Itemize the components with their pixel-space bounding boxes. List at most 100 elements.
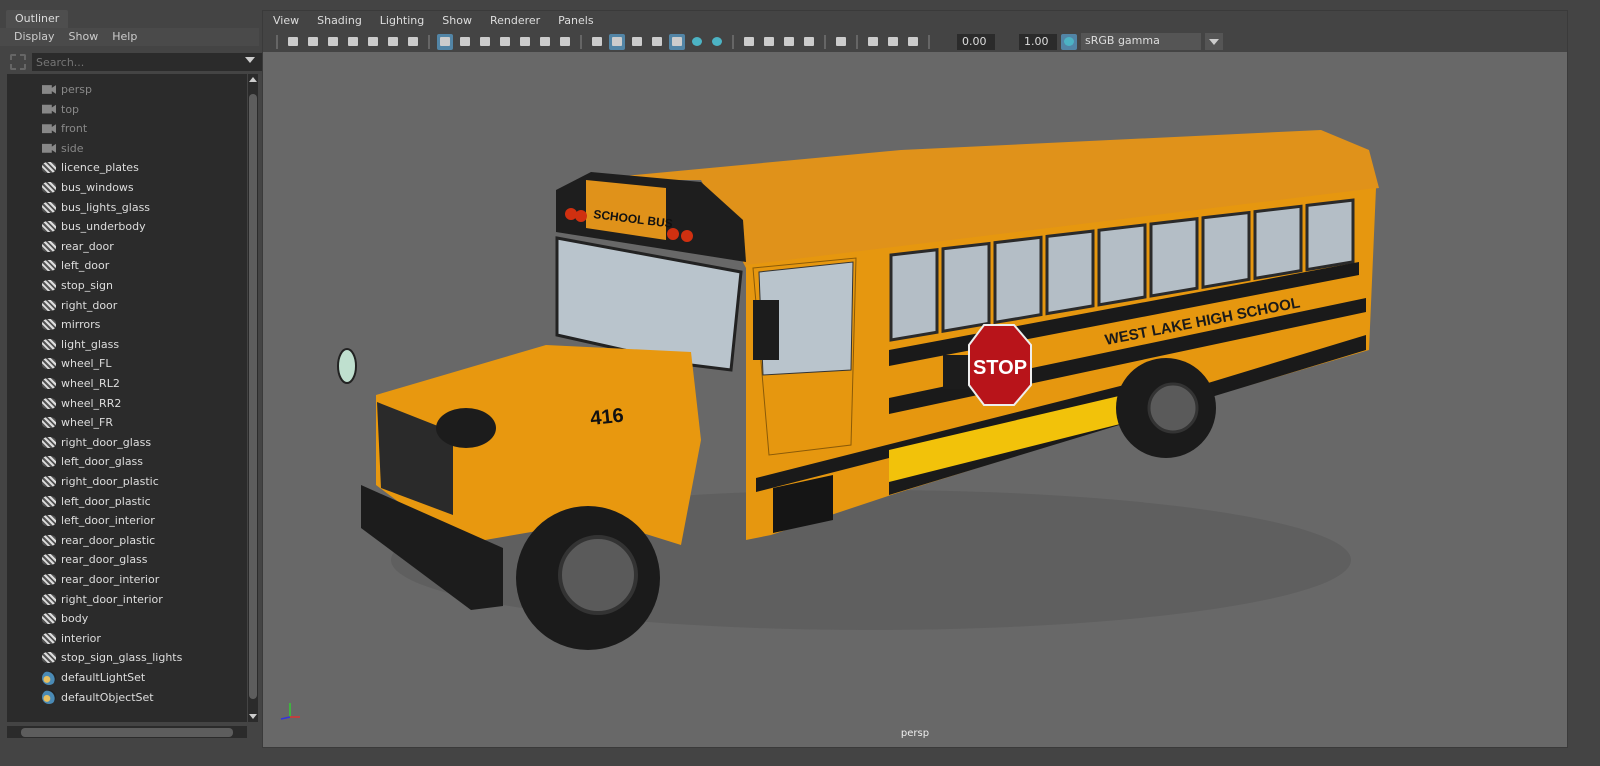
outliner-item-left-door-plastic[interactable]: left_door_plastic <box>7 492 247 511</box>
menu-display[interactable]: Display <box>14 30 55 44</box>
camera-icon[interactable] <box>285 34 301 50</box>
outliner-item-wheel-fr[interactable]: wheel_FR <box>7 413 247 432</box>
smooth-shade-icon[interactable] <box>609 33 625 50</box>
grease-pencil-icon[interactable] <box>405 34 421 50</box>
viewport-panel[interactable]: View Shading Lighting Show Renderer Pane… <box>262 10 1568 748</box>
bookmark-icon[interactable] <box>345 34 361 50</box>
lock-camera-icon[interactable] <box>305 34 321 50</box>
field-chart-icon[interactable] <box>517 34 533 50</box>
scroll-up-icon[interactable] <box>249 77 257 82</box>
anti-aliasing-icon[interactable] <box>781 34 797 50</box>
outliner-item-right-door-plastic[interactable]: right_door_plastic <box>7 472 247 491</box>
resolution-gate-icon[interactable] <box>477 34 493 50</box>
motion-blur-icon[interactable] <box>761 34 777 50</box>
color-space-select[interactable]: sRGB gamma <box>1081 33 1201 50</box>
menu-show[interactable]: Show <box>69 30 99 44</box>
mesh-icon <box>42 476 56 487</box>
outliner-item-body[interactable]: body <box>7 609 247 628</box>
outliner-item-rear-door[interactable]: rear_door <box>7 237 247 256</box>
menu-show[interactable]: Show <box>442 14 472 28</box>
side-window <box>1149 217 1199 298</box>
ambient-occlusion-icon[interactable] <box>741 34 757 50</box>
outliner-item-wheel-rr2[interactable]: wheel_RR2 <box>7 394 247 413</box>
item-label: persp <box>61 83 92 96</box>
tab-outliner[interactable]: Outliner <box>6 10 68 28</box>
grid-icon[interactable] <box>437 33 453 50</box>
xray-components-icon[interactable] <box>905 34 921 50</box>
outliner-item-bus-windows[interactable]: bus_windows <box>7 178 247 197</box>
outliner-item-interior[interactable]: interior <box>7 629 247 648</box>
outliner-item-front[interactable]: front <box>7 119 247 138</box>
chevron-down-icon[interactable] <box>1205 33 1223 50</box>
item-label: left_door_interior <box>61 514 155 528</box>
outliner-item-licence-plates[interactable]: licence_plates <box>7 158 247 177</box>
menu-panels[interactable]: Panels <box>558 14 593 28</box>
2d-pan-zoom-icon[interactable] <box>385 34 401 50</box>
item-label: top <box>61 102 80 116</box>
outliner-item-rear-door-glass[interactable]: rear_door_glass <box>7 550 247 569</box>
scroll-down-icon[interactable] <box>249 714 257 719</box>
menu-help[interactable]: Help <box>112 30 137 44</box>
item-label: left_door_plastic <box>61 494 151 508</box>
safe-action-icon[interactable] <box>537 34 553 50</box>
gamma-field[interactable]: 1.00 <box>1019 33 1057 50</box>
school-bus-model[interactable]: WEST LAKE HIGH SCHOOL SCHOOL BUS 416 STO… <box>263 52 1569 748</box>
mesh-icon <box>42 515 56 527</box>
outliner-item-left-door-glass[interactable]: left_door_glass <box>7 452 247 471</box>
lights-icon[interactable] <box>689 34 705 50</box>
outliner-item-rear-door-interior[interactable]: rear_door_interior <box>7 570 247 589</box>
outliner-item-wheel-rl2[interactable]: wheel_RL2 <box>7 374 247 393</box>
outliner-item-right-door[interactable]: right_door <box>7 296 247 315</box>
outliner-item-bus-underbody[interactable]: bus_underbody <box>7 217 247 236</box>
filter-icon[interactable] <box>10 54 26 70</box>
outliner-item-bus-lights-glass[interactable]: bus_lights_glass <box>7 198 247 217</box>
wireframe-on-shaded-icon[interactable] <box>649 34 665 50</box>
search-dropdown-icon[interactable] <box>245 57 255 63</box>
search-input[interactable] <box>32 53 265 71</box>
default-material-icon[interactable] <box>629 34 645 50</box>
bus-number: 416 <box>589 405 624 430</box>
outliner-item-side[interactable]: side <box>7 139 247 158</box>
xray-joints-icon[interactable] <box>885 34 901 50</box>
depth-of-field-icon[interactable] <box>801 34 817 50</box>
xray-icon[interactable] <box>865 34 881 50</box>
gate-mask-icon[interactable] <box>497 34 513 50</box>
color-management-toggle-icon[interactable] <box>1061 33 1077 50</box>
textured-icon[interactable] <box>669 33 685 50</box>
exposure-field[interactable]: 0.00 <box>957 33 995 50</box>
item-label: light_glass <box>61 337 120 351</box>
image-plane-icon[interactable] <box>365 34 381 50</box>
menu-lighting[interactable]: Lighting <box>380 14 424 28</box>
toolbar-separator <box>580 34 582 49</box>
outliner-item-rear-door-plastic[interactable]: rear_door_plastic <box>7 531 247 550</box>
outliner-item-right-door-glass[interactable]: right_door_glass <box>7 433 247 452</box>
outliner-item-stop-sign[interactable]: stop_sign <box>7 276 247 295</box>
outliner-item-defaultobjectset[interactable]: defaultObjectSet <box>7 688 247 707</box>
menu-shading[interactable]: Shading <box>317 14 362 28</box>
isolate-select-icon[interactable] <box>833 34 849 50</box>
scroll-thumb[interactable] <box>249 94 257 699</box>
outliner-item-light-glass[interactable]: light_glass <box>7 335 247 354</box>
gamma-icon[interactable] <box>999 34 1015 50</box>
outliner-item-top[interactable]: top <box>7 100 247 119</box>
outliner-item-wheel-fl[interactable]: wheel_FL <box>7 354 247 373</box>
shadows-icon[interactable] <box>709 34 725 50</box>
menu-view[interactable]: View <box>273 14 299 28</box>
camera-attributes-icon[interactable] <box>325 34 341 50</box>
outliner-item-left-door-interior[interactable]: left_door_interior <box>7 511 247 530</box>
object-set-icon <box>42 690 56 705</box>
wireframe-icon[interactable] <box>589 34 605 50</box>
exposure-icon[interactable] <box>937 34 953 50</box>
outliner-item-mirrors[interactable]: mirrors <box>7 315 247 334</box>
vertical-scrollbar[interactable] <box>248 74 258 722</box>
film-gate-icon[interactable] <box>457 34 473 50</box>
menu-renderer[interactable]: Renderer <box>490 14 540 28</box>
outliner-item-left-door[interactable]: left_door <box>7 256 247 275</box>
safe-title-icon[interactable] <box>557 34 573 50</box>
outliner-item-stop-sign-glass-lights[interactable]: stop_sign_glass_lights <box>7 648 247 667</box>
outliner-item-defaultlightset[interactable]: defaultLightSet <box>7 668 247 687</box>
scroll-thumb[interactable] <box>21 728 233 737</box>
outliner-item-persp[interactable]: persp <box>7 80 247 99</box>
horizontal-scrollbar[interactable] <box>7 726 247 738</box>
outliner-item-right-door-interior[interactable]: right_door_interior <box>7 590 247 609</box>
